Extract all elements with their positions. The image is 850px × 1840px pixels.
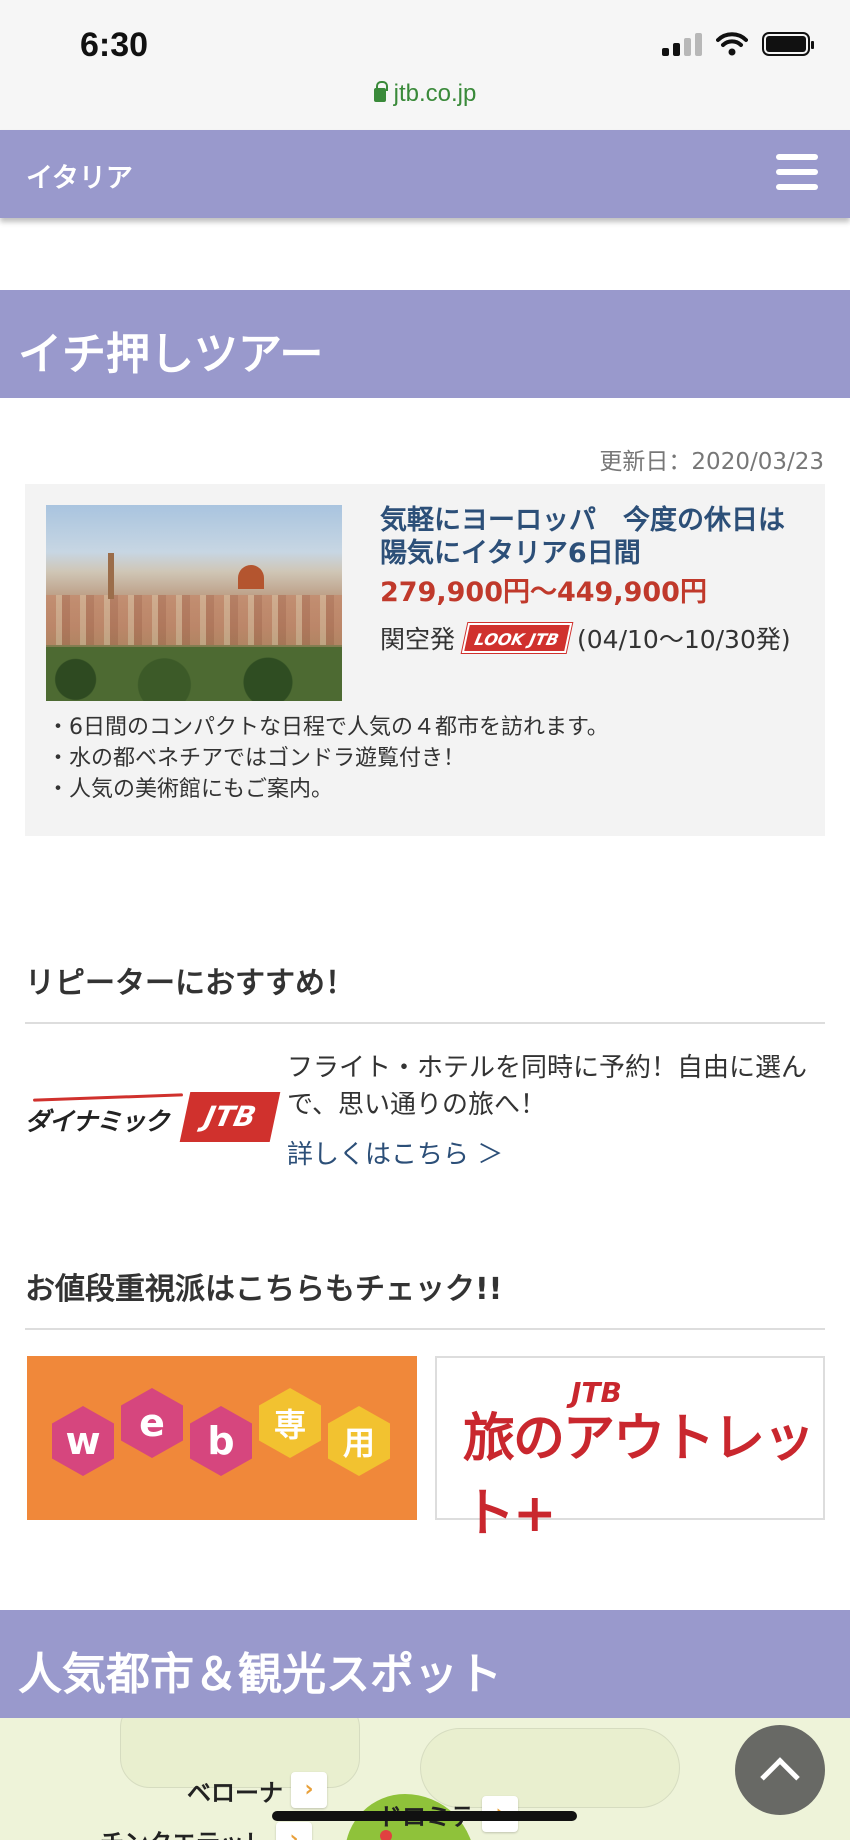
outlet-banner[interactable]: JTB 旅のアウトレット+ [435,1356,825,1544]
list-item: ・人気の美術館にもご案内。 [47,777,334,802]
battery-icon [762,32,814,56]
departure-period: (04/10〜10/30発) [577,625,791,654]
address-bar[interactable]: jtb.co.jp [0,80,850,108]
departure-airport: 関空発 [380,625,456,654]
chevron-right-icon: › [291,1772,327,1808]
home-indicator[interactable] [272,1811,577,1821]
dynamic-jtb-logo[interactable]: ダイナミック JTB [25,1090,281,1142]
status-bar: 6:30 jtb.co.jp [0,0,850,130]
chevron-up-icon [760,1757,800,1797]
tour-price: 279,900円〜449,900円 [380,577,707,608]
tour-highlights: ・6日間のコンパクトな日程で人気の４都市を訪れます。 ・水の都ベネチアではゴンド… [47,712,609,805]
signal-icon [662,32,702,56]
look-jtb-logo: LOOK JTB [461,623,573,653]
updated-date: 更新日：2020/03/23 [599,449,824,475]
status-icons [662,32,814,56]
menu-icon[interactable] [776,154,818,190]
web-only-banner[interactable]: w e b 専 用 [27,1356,417,1520]
hex-letter: 専 [259,1388,321,1458]
wifi-icon [716,32,748,56]
url-text: jtb.co.jp [393,80,477,107]
list-item: ・6日間のコンパクトな日程で人気の４都市を訪れます。 [47,715,609,740]
outlet-text: 旅のアウトレット+ [463,1408,815,1544]
chevron-right-icon: › [276,1822,312,1840]
map-label-text: チンクエテッレ [100,1823,268,1840]
map-label-verona[interactable]: ベローナ › [187,1772,327,1808]
hex-letter: 用 [328,1406,390,1476]
scroll-to-top-button[interactable] [735,1725,825,1815]
details-link[interactable]: 詳しくはこちら ＞ [287,1134,503,1171]
spots-section-title: 人気都市＆観光スポット [18,1649,502,1700]
featured-section-header: イチ押しツアー [0,290,850,398]
tour-card[interactable]: 気軽にヨーロッパ 今度の休日は陽気にイタリア6日間 279,900円〜449,9… [25,484,825,836]
map-label-text: ベローナ [187,1778,283,1807]
lock-icon [373,81,388,102]
map-label-cinque-terre[interactable]: チンクエテッレ › [100,1822,312,1840]
spots-section-header: 人気都市＆観光スポット [0,1610,850,1718]
dynamic-description: フライト・ホテルを同時に予約！自由に選んで、思い通りの旅へ！ [287,1053,808,1120]
italy-map[interactable]: ベローナ › ドロミテ › チンクエテッレ › [0,1718,850,1840]
hex-letter: b [190,1406,252,1476]
repeater-heading: リピーターにおすすめ！ [25,958,825,1024]
tour-title[interactable]: 気軽にヨーロッパ 今度の休日は陽気にイタリア6日間 [380,504,800,570]
list-item: ・水の都ベネチアではゴンドラ遊覧付き！ [47,746,466,771]
tour-photo[interactable] [46,505,342,701]
site-header: イタリア [0,130,850,218]
hex-letter: w [52,1406,114,1476]
featured-section-title: イチ押しツアー [18,329,324,380]
jtb-logo: JTB [179,1092,281,1142]
status-time: 6:30 [80,26,149,64]
dynamic-logo-text: ダイナミック [25,1102,170,1138]
page-title: イタリア [26,163,133,194]
value-heading: お値段重視派はこちらもチェック!! [25,1264,825,1330]
tour-departure: 関空発 LOOK JTB (04/10〜10/30発) [380,620,791,656]
hex-letter: e [121,1388,183,1458]
